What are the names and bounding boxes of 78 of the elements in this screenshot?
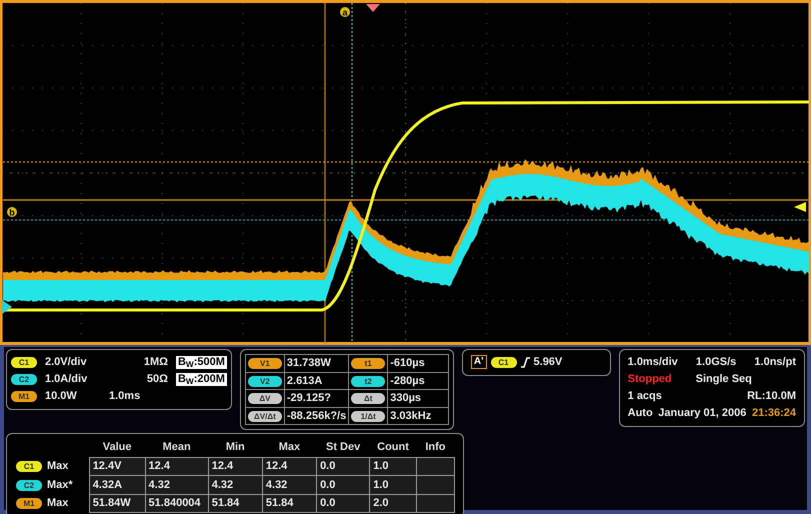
channel-badge: V1 — [248, 358, 282, 369]
measurement-type: Max — [46, 494, 90, 512]
scale-readout: 1.0A/div — [45, 372, 88, 388]
bandwidth-readout: B$_{W}$:200M — [176, 373, 227, 386]
table-cell: 0.0 — [316, 476, 370, 494]
measurement-type: Max — [46, 457, 90, 476]
acquisition-mode: Single Seq — [696, 372, 752, 387]
scale-readout: 10.0W — [45, 389, 78, 404]
table-cell: 12.4 — [262, 457, 317, 476]
column-header: Count — [370, 438, 416, 457]
column-header: Mean — [145, 438, 208, 457]
record-length: RL:10.0M — [747, 389, 796, 404]
table-cell: 51.84W — [89, 494, 146, 512]
horizontal-scale: 1.0ms/div — [628, 355, 678, 370]
channel-badge: C1 — [16, 461, 42, 472]
trigger-level-icon — [794, 202, 806, 212]
cursor-value: 2.613A — [284, 372, 349, 390]
resolution: 1.0ns/pt — [754, 355, 796, 370]
channel-badge: C1 — [490, 356, 517, 368]
cursor-value: 3.03kHz — [388, 407, 448, 424]
channel-badge: M1 — [11, 391, 37, 402]
sample-rate: 1.0GS/s — [696, 355, 736, 370]
table-cell: 1.0 — [370, 457, 416, 476]
trigger-position-icon — [366, 4, 380, 12]
table-cell: 51.84 — [208, 494, 262, 512]
time: 21:36:24 — [752, 406, 796, 421]
column-header: Value — [89, 438, 146, 457]
impedance-readout: 1MΩ — [144, 355, 168, 370]
table-cell: 12.4 — [208, 457, 262, 476]
table-cell: 0.0 — [316, 457, 370, 476]
channel-badge: C1 — [11, 357, 37, 368]
measurement-type: Max* — [46, 476, 90, 494]
channel-badge: t1 — [351, 358, 386, 369]
channel-badge: t2 — [351, 376, 386, 386]
column-header: St Dev — [316, 438, 370, 457]
channel-badge: C2 — [16, 480, 42, 490]
cursor-value: 31.738W — [284, 354, 349, 372]
scale-readout: 2.0V/div — [45, 355, 87, 370]
cursor-value: -610µs — [388, 354, 448, 372]
channel-badge: ΔV/Δt — [248, 410, 282, 422]
cursor-value: 330µs — [388, 390, 448, 407]
rising-edge-icon — [520, 356, 530, 368]
cursor-marker[interactable]: b — [7, 207, 17, 218]
impedance-readout: 50Ω — [146, 372, 168, 388]
channel-badge: Δt — [351, 393, 386, 404]
table-cell: 12.4 — [145, 457, 208, 476]
trigger-type: A' — [470, 355, 487, 370]
cursor-line[interactable] — [324, 3, 326, 343]
cursor-marker[interactable]: a — [340, 7, 350, 18]
cursor-value: -29.125? — [284, 390, 349, 407]
cursor-value: -88.256k?/s — [284, 407, 349, 424]
acquisition-state: Stopped — [628, 372, 672, 387]
column-header: Min — [208, 438, 262, 457]
acquisition-count: 1 acqs — [628, 389, 662, 404]
date: January 01, 2006 — [658, 406, 746, 421]
channel-badge: V2 — [248, 376, 282, 386]
trigger-mode: Auto — [628, 406, 653, 421]
table-cell: 0.0 — [316, 494, 370, 512]
table-cell: 12.4V — [89, 457, 146, 476]
table-cell: 4.32 — [145, 476, 208, 494]
table-cell: 4.32A — [89, 476, 146, 494]
table-cell: 4.32 — [262, 476, 317, 494]
column-header: Max — [262, 438, 317, 457]
table-cell: 51.840004 — [145, 494, 208, 512]
column-header: Info — [416, 438, 454, 457]
table-cell: 51.84 — [262, 494, 317, 512]
channel-badge: ΔV — [248, 393, 282, 404]
bandwidth-readout: B$_{W}$:500M — [176, 356, 227, 369]
timebase-readout: 1.0ms — [109, 389, 140, 404]
channel-badge: M1 — [16, 498, 42, 509]
table-cell: 4.32 — [208, 476, 262, 494]
trigger-level: 5.96V — [534, 355, 562, 370]
cursor-value: -280µs — [388, 372, 448, 390]
channel-badge: 1/Δt — [351, 410, 386, 422]
ground-level-icon — [2, 300, 12, 314]
table-cell: 1.0 — [370, 476, 416, 494]
table-cell: 2.0 — [370, 494, 416, 512]
channel-badge: C2 — [11, 374, 37, 385]
